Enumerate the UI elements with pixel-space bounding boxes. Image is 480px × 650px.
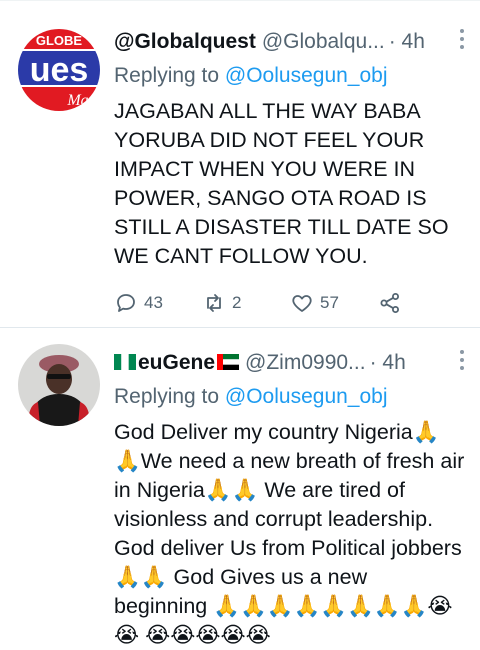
tweet-actions: 43 2 57	[114, 291, 466, 315]
like-button[interactable]: 57	[290, 291, 378, 315]
handle[interactable]: @Globalqu...	[262, 30, 385, 54]
retweet-button[interactable]: 2	[202, 291, 290, 315]
avatar[interactable]	[18, 344, 100, 426]
replying-to: Replying to @Oolusegun_obj	[114, 61, 466, 91]
replying-to-label: Replying to	[114, 64, 225, 87]
tweet-header: @Globalquest @Globalqu... · 4h	[114, 27, 466, 57]
reply-button[interactable]: 43	[114, 291, 202, 315]
user-photo	[18, 344, 100, 426]
share-button[interactable]	[378, 291, 466, 315]
avatar[interactable]: GLOBE ues Ma	[18, 29, 100, 111]
avatar-column	[18, 328, 114, 646]
like-count: 57	[320, 293, 339, 312]
timestamp[interactable]: · 4h	[370, 351, 406, 375]
more-icon[interactable]	[458, 349, 466, 377]
tweet-content: @Globalquest @Globalqu... · 4h Replying …	[114, 1, 466, 327]
logo-text-top: GLOBE	[36, 33, 83, 48]
logo-text-mid: ues	[30, 51, 89, 89]
globalquest-logo: GLOBE ues Ma	[18, 29, 100, 111]
display-name[interactable]: @Globalquest	[114, 30, 256, 54]
retweet-icon	[207, 294, 221, 312]
timestamp[interactable]: · 4h	[389, 30, 425, 54]
tweet-text: God Deliver my country Nigeria🙏 🙏We need…	[114, 420, 465, 647]
nigeria-flag-icon	[114, 354, 136, 370]
uae-flag-icon	[217, 354, 240, 370]
reply-count: 43	[144, 293, 163, 312]
tweet-text: JAGABAN ALL THE WAY BABA YORUBA DID NOT …	[114, 99, 449, 268]
avatar-column: GLOBE ues Ma	[18, 1, 114, 327]
retweet-count: 2	[232, 293, 242, 312]
more-icon[interactable]	[458, 28, 466, 56]
like-icon	[292, 295, 312, 312]
tweet-header: euGene @Zim0990... · 4h	[114, 348, 466, 378]
replying-to-mention[interactable]: @Oolusegun_obj	[225, 64, 388, 87]
replying-to: Replying to @Oolusegun_obj	[114, 382, 466, 412]
share-icon	[380, 293, 399, 313]
tweet[interactable]: euGene @Zim0990... · 4h Replying to @Ool…	[0, 328, 480, 647]
display-name-text: euGene	[138, 351, 216, 374]
tweet-content: euGene @Zim0990... · 4h Replying to @Ool…	[114, 328, 466, 647]
replying-to-label: Replying to	[114, 385, 225, 408]
logo-text-bottom: Ma	[66, 92, 88, 109]
replying-to-mention[interactable]: @Oolusegun_obj	[225, 385, 388, 408]
display-name[interactable]: euGene	[114, 351, 240, 375]
reply-icon	[117, 294, 135, 312]
handle[interactable]: @Zim0990...	[245, 351, 366, 375]
tweet[interactable]: GLOBE ues Ma @Globalquest @Globalqu... ·…	[0, 0, 480, 328]
